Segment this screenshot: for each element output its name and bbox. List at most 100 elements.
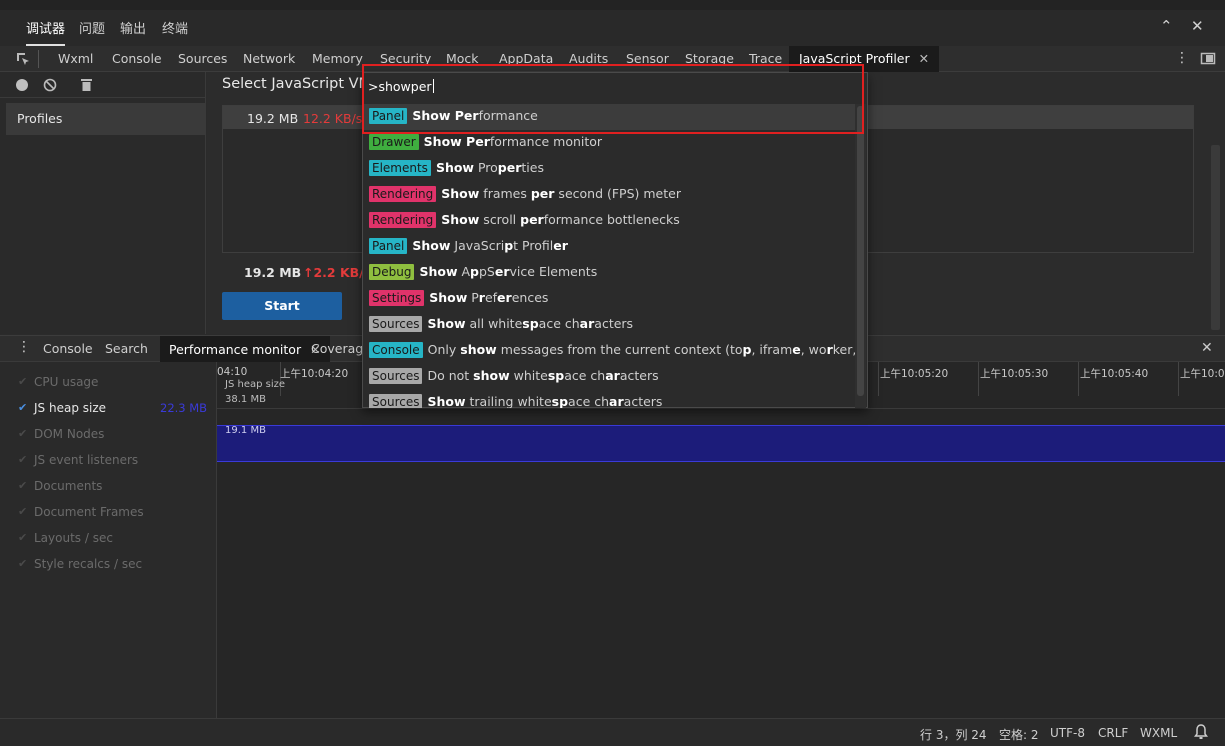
drawer-tab-performance-monitor[interactable]: Performance monitor ✕ xyxy=(160,336,330,362)
metric-checkbox[interactable]: ✔ xyxy=(18,453,27,466)
tab-terminal[interactable]: 终端 xyxy=(162,18,188,37)
command-text-part: show xyxy=(473,368,510,383)
tab-output[interactable]: 输出 xyxy=(120,18,146,37)
command-text-part: acters xyxy=(619,368,659,383)
indentation[interactable]: 空格: 2 xyxy=(999,726,1039,743)
metric-label[interactable]: CPU usage xyxy=(34,375,98,389)
line-ending[interactable]: CRLF xyxy=(1098,726,1128,740)
select-vm-title: Select JavaScript VM xyxy=(222,76,372,92)
command-list-scrollbar[interactable] xyxy=(857,106,864,396)
chart-max-label: 38.1 MB xyxy=(225,394,266,405)
dock-side-icon[interactable] xyxy=(1200,50,1216,69)
close-panel-icon[interactable]: ✕ xyxy=(1191,17,1204,35)
command-text-part: show xyxy=(460,342,497,357)
metric-label[interactable]: DOM Nodes xyxy=(34,427,104,441)
command-text-part: ef xyxy=(484,290,498,305)
command-text-part: Only xyxy=(427,342,461,357)
more-options-icon[interactable]: ⋮ xyxy=(1175,50,1189,66)
metric-checkbox[interactable]: ✔ xyxy=(18,427,27,440)
metric-checkbox[interactable]: ✔ xyxy=(18,505,27,518)
metric-value: 22.3 MB xyxy=(160,401,208,415)
annotation-highlight xyxy=(362,64,864,134)
command-text-part: Show Per xyxy=(423,134,490,149)
drawer-tab-search[interactable]: Search xyxy=(105,341,148,356)
metric-checkbox[interactable]: ✔ xyxy=(18,531,27,544)
command-text-part: t Profil xyxy=(513,238,554,253)
metric-label[interactable]: JS event listeners xyxy=(34,453,138,467)
chart-series-label: JS heap size xyxy=(225,379,286,390)
profiler-scrollbar[interactable] xyxy=(1211,145,1220,330)
command-text-part: acters xyxy=(594,316,634,331)
inspect-element-icon[interactable] xyxy=(15,51,31,70)
command-text-part: Show xyxy=(427,394,466,408)
tab-memory[interactable]: Memory xyxy=(312,51,363,66)
command-text-part: Show xyxy=(427,316,466,331)
cursor-position[interactable]: 行 3，列 24 xyxy=(920,726,987,743)
collapse-panel-icon[interactable]: ⌃ xyxy=(1160,17,1173,35)
command-text-part: messages from the current context (to xyxy=(496,342,743,357)
metric-label[interactable]: Documents xyxy=(34,479,102,493)
command-text-part: per xyxy=(530,186,555,201)
command-item[interactable]: Settings Show Preferences xyxy=(363,286,855,312)
tab-debugger[interactable]: 调试器 xyxy=(26,18,66,46)
command-text-part: scroll xyxy=(479,212,521,227)
trash-icon[interactable] xyxy=(80,77,93,95)
command-item[interactable]: Console Only show messages from the curre… xyxy=(363,338,855,364)
command-category-badge: Rendering xyxy=(369,186,437,202)
command-item[interactable]: Rendering Show frames per second (FPS) me… xyxy=(363,182,855,208)
command-text-part: ar xyxy=(579,316,595,331)
drawer-menu-icon[interactable]: ⋮ xyxy=(17,339,31,355)
tab-sources[interactable]: Sources xyxy=(178,51,227,66)
metric-label[interactable]: Document Frames xyxy=(34,505,144,519)
start-button[interactable]: Start xyxy=(222,292,342,320)
notification-bell-icon[interactable] xyxy=(1194,724,1208,743)
command-item[interactable]: Panel Show JavaScript Profiler xyxy=(363,234,855,260)
perf-monitor-chart xyxy=(217,362,1225,718)
command-item[interactable]: Rendering Show scroll performance bottlen… xyxy=(363,208,855,234)
metric-label[interactable]: Style recalcs / sec xyxy=(34,557,142,571)
clear-icon[interactable] xyxy=(43,78,57,95)
close-tab-icon[interactable]: ✕ xyxy=(919,51,929,66)
total-heap-size: 19.2 MB xyxy=(244,265,302,280)
command-category-badge: Panel xyxy=(369,238,408,254)
command-text-part: pS xyxy=(479,264,495,279)
tab-network[interactable]: Network xyxy=(243,51,295,66)
drawer-tab-console[interactable]: Console xyxy=(43,341,93,356)
command-category-badge: Drawer xyxy=(369,134,419,150)
metric-label[interactable]: JS heap size xyxy=(34,401,106,415)
metric-checkbox[interactable]: ✔ xyxy=(18,479,27,492)
tab-problems[interactable]: 问题 xyxy=(79,18,105,37)
command-item[interactable]: Debug Show AppService Elements xyxy=(363,260,855,286)
command-item[interactable]: Elements Show Properties xyxy=(363,156,855,182)
encoding[interactable]: UTF-8 xyxy=(1050,726,1085,740)
tab-console[interactable]: Console xyxy=(112,51,162,66)
record-icon[interactable] xyxy=(16,79,28,91)
command-text-part: p xyxy=(504,238,514,253)
command-category-badge: Console xyxy=(369,342,423,358)
command-item[interactable]: Sources Show trailing whitespace characte… xyxy=(363,390,855,408)
metric-checkbox[interactable]: ✔ xyxy=(18,557,27,570)
command-text-part: ace ch xyxy=(568,394,610,408)
command-text-part: A xyxy=(457,264,471,279)
command-item[interactable]: Sources Show all whitespace characters xyxy=(363,312,855,338)
time-tick: 上午10:04:20 xyxy=(280,368,349,380)
command-text-part: , wo xyxy=(800,342,827,357)
command-text-part: Do not xyxy=(427,368,474,383)
command-text-part: white xyxy=(509,368,548,383)
command-text-part: Show xyxy=(441,212,480,227)
command-text-part: acters xyxy=(623,394,663,408)
close-drawer-icon[interactable]: ✕ xyxy=(1201,340,1213,356)
metric-label[interactable]: Layouts / sec xyxy=(34,531,113,545)
command-text-part: ar xyxy=(609,394,624,408)
command-text-part: er xyxy=(553,238,568,253)
command-text-part: formance monitor xyxy=(489,134,603,149)
command-text-part: e xyxy=(792,342,801,357)
command-text-part: sp xyxy=(547,368,565,383)
metric-checkbox[interactable]: ✔ xyxy=(18,375,27,388)
metric-checkbox[interactable]: ✔ xyxy=(18,401,27,414)
sidebar-item-profiles[interactable]: Profiles xyxy=(6,103,206,135)
command-item[interactable]: Sources Do not show whitespace characters xyxy=(363,364,855,390)
language-mode[interactable]: WXML xyxy=(1140,726,1177,740)
command-category-badge: Debug xyxy=(369,264,415,280)
tab-wxml[interactable]: Wxml xyxy=(58,51,93,66)
